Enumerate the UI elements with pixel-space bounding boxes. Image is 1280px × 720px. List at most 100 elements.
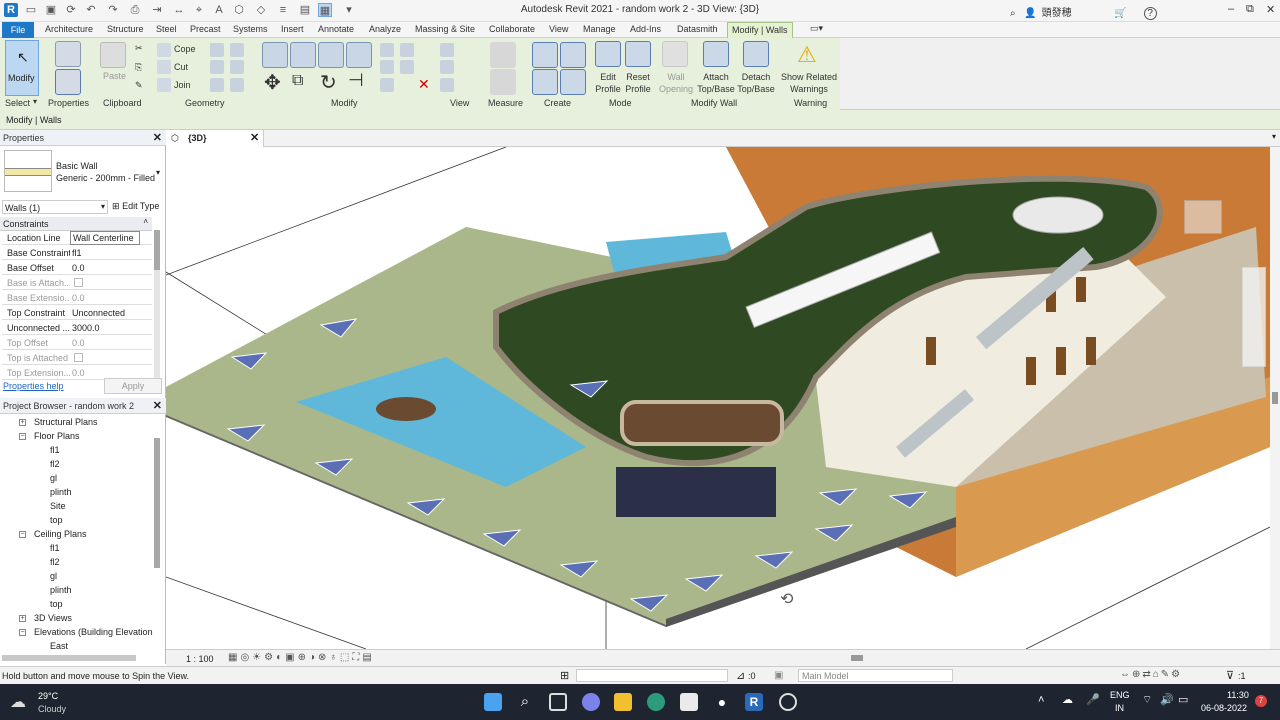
tab-modify-walls[interactable]: Modify | Walls xyxy=(727,22,793,38)
property-value[interactable]: 0.0 xyxy=(72,338,85,348)
store-icon[interactable] xyxy=(680,693,698,711)
rotate-icon[interactable]: ↻ xyxy=(320,70,337,95)
join-label[interactable]: Join xyxy=(174,80,191,90)
tree-toggle-icon[interactable]: + xyxy=(19,615,26,622)
copy-icon[interactable]: ⎘ xyxy=(135,62,142,73)
design-option-select[interactable]: Main Model xyxy=(798,669,953,682)
reset-profile-icon[interactable] xyxy=(625,41,651,67)
browser-scrollbar[interactable] xyxy=(154,438,160,568)
checkbox[interactable] xyxy=(74,353,83,362)
linework-icon[interactable] xyxy=(440,78,454,92)
override-graphics-icon[interactable] xyxy=(440,60,454,74)
volume-icon[interactable]: 🔊 xyxy=(1160,693,1174,706)
property-row[interactable]: Top Constraint Unconnected xyxy=(2,305,152,320)
property-row[interactable]: Top Offset 0.0 xyxy=(2,335,152,350)
cope-icon[interactable] xyxy=(157,43,171,57)
tab-file[interactable]: File xyxy=(2,22,34,38)
create-parts-icon[interactable] xyxy=(560,42,586,68)
weather-temp[interactable]: 29°C xyxy=(38,691,58,701)
tree-toggle-icon[interactable]: − xyxy=(19,531,26,538)
property-value[interactable]: 0.0 xyxy=(72,263,85,273)
apply-button[interactable]: Apply xyxy=(104,378,162,394)
remove-paint-icon[interactable] xyxy=(210,78,224,92)
move-icon[interactable]: ✥ xyxy=(264,70,281,95)
weather-icon[interactable]: ☁ xyxy=(10,692,26,712)
property-row[interactable]: Unconnected ... 3000.0 xyxy=(2,320,152,335)
tab-annotate[interactable]: Annotate xyxy=(318,24,354,34)
cart-icon[interactable]: 🛒 xyxy=(1114,8,1126,19)
instance-selector[interactable]: Walls (1) ▾ xyxy=(2,200,108,214)
vpn-icon[interactable]: ☁ xyxy=(1062,693,1073,706)
properties-scrollbar[interactable] xyxy=(154,230,160,380)
selection-option-icons[interactable]: ⇔⊕⇄⌂✎⚙ xyxy=(1120,669,1182,680)
close-icon[interactable]: ✕ xyxy=(250,131,259,144)
attach-top-base-button[interactable]: Attach Top/Base xyxy=(696,71,736,95)
view-tab-3d[interactable]: ⬡ {3D} ✕ xyxy=(166,130,264,147)
property-value[interactable]: 0.0 xyxy=(72,368,85,378)
browser-view-item[interactable]: East xyxy=(50,641,68,651)
lang-primary[interactable]: ENG xyxy=(1110,690,1130,700)
browser-category[interactable]: Structural Plans xyxy=(34,417,98,427)
worksets-icon[interactable]: ⊞ xyxy=(560,669,569,682)
view-control-icons[interactable]: ▦◎☀⚙◐▣⊕◑⊗♁⬚⛶▤ xyxy=(228,652,375,663)
cope-label[interactable]: Cope xyxy=(174,44,196,54)
3d-viewport[interactable]: ⟲ xyxy=(166,147,1270,649)
tab-insert[interactable]: Insert xyxy=(281,24,304,34)
browser-view-item[interactable]: gl xyxy=(50,473,57,483)
split-face-icon[interactable] xyxy=(230,43,244,57)
delete-icon[interactable]: ✕ xyxy=(418,76,430,93)
properties-help-link[interactable]: Properties help xyxy=(3,381,64,391)
match-type-icon[interactable]: ✎ xyxy=(135,80,143,91)
browser-category[interactable]: Floor Plans xyxy=(34,431,80,441)
help-icon[interactable]: ? xyxy=(1143,7,1157,20)
tab-collaborate[interactable]: Collaborate xyxy=(489,24,535,34)
user-area[interactable]: ⌕ 👤 頭發穂 🛒 ? xyxy=(1010,4,1157,20)
detach-top-base-button[interactable]: Detach Top/Base xyxy=(736,71,776,95)
trim-extend-icon[interactable]: ⊣ xyxy=(348,70,364,91)
type-name[interactable]: Generic - 200mm - Filled xyxy=(56,173,155,183)
mirror-axis-icon[interactable] xyxy=(318,42,344,68)
file-explorer-icon[interactable] xyxy=(614,693,632,711)
select-panel-label[interactable]: Select xyxy=(5,98,30,108)
view-scale[interactable]: 1 : 100 xyxy=(186,654,214,664)
property-value[interactable]: 0.0 xyxy=(72,293,85,303)
recorder-icon[interactable] xyxy=(779,693,797,711)
constraints-section[interactable]: Constraints ˄ xyxy=(0,217,152,231)
browser-view-item[interactable]: fl2 xyxy=(50,557,60,567)
tree-toggle-icon[interactable]: − xyxy=(19,433,26,440)
edit-profile-button[interactable]: Edit Profile xyxy=(594,71,622,95)
scale-icon[interactable] xyxy=(400,60,414,74)
design-options-icon[interactable]: ▣ xyxy=(774,670,783,681)
browser-view-item[interactable]: top xyxy=(50,599,63,609)
property-row[interactable]: Base is Attach... xyxy=(2,275,152,290)
pin-icon[interactable] xyxy=(380,78,394,92)
browser-hscrollbar[interactable] xyxy=(2,655,136,661)
weather-text[interactable]: Cloudy xyxy=(38,704,66,714)
navigation-bar[interactable] xyxy=(1242,267,1266,367)
create-assembly-icon[interactable] xyxy=(532,42,558,68)
tab-precast[interactable]: Precast xyxy=(190,24,221,34)
type-dropdown-icon[interactable]: ▾ xyxy=(156,168,160,177)
tab-manage[interactable]: Manage xyxy=(583,24,616,34)
browser-view-item[interactable]: top xyxy=(50,515,63,525)
selection-filter-icon[interactable]: ⊿ xyxy=(736,669,745,682)
edit-profile-icon[interactable] xyxy=(595,41,621,67)
viewcube-icon[interactable] xyxy=(1176,192,1236,242)
close-icon[interactable]: ✕ xyxy=(153,399,162,412)
view-hscroll-thumb[interactable] xyxy=(851,655,863,661)
tab-steel[interactable]: Steel xyxy=(156,24,177,34)
copy-element-icon[interactable]: ⧉ xyxy=(292,72,303,90)
tab-analyze[interactable]: Analyze xyxy=(369,24,401,34)
user-icon[interactable]: 👤 xyxy=(1024,8,1036,19)
tray-overflow-icon[interactable]: ˄ xyxy=(1038,694,1044,706)
tab-architecture[interactable]: Architecture xyxy=(45,24,93,34)
alien-app-icon[interactable]: ● xyxy=(713,693,731,711)
clock-date[interactable]: 06-08-2022 xyxy=(1201,703,1247,713)
checkbox[interactable] xyxy=(74,278,83,287)
browser-view-item[interactable]: gl xyxy=(50,571,57,581)
tree-toggle-icon[interactable]: + xyxy=(19,419,26,426)
browser-category[interactable]: Elevations (Building Elevation xyxy=(34,627,153,637)
notification-badge[interactable]: 7 xyxy=(1255,695,1267,707)
pick-icon[interactable] xyxy=(230,78,244,92)
property-value[interactable]: 3000.0 xyxy=(72,323,100,333)
